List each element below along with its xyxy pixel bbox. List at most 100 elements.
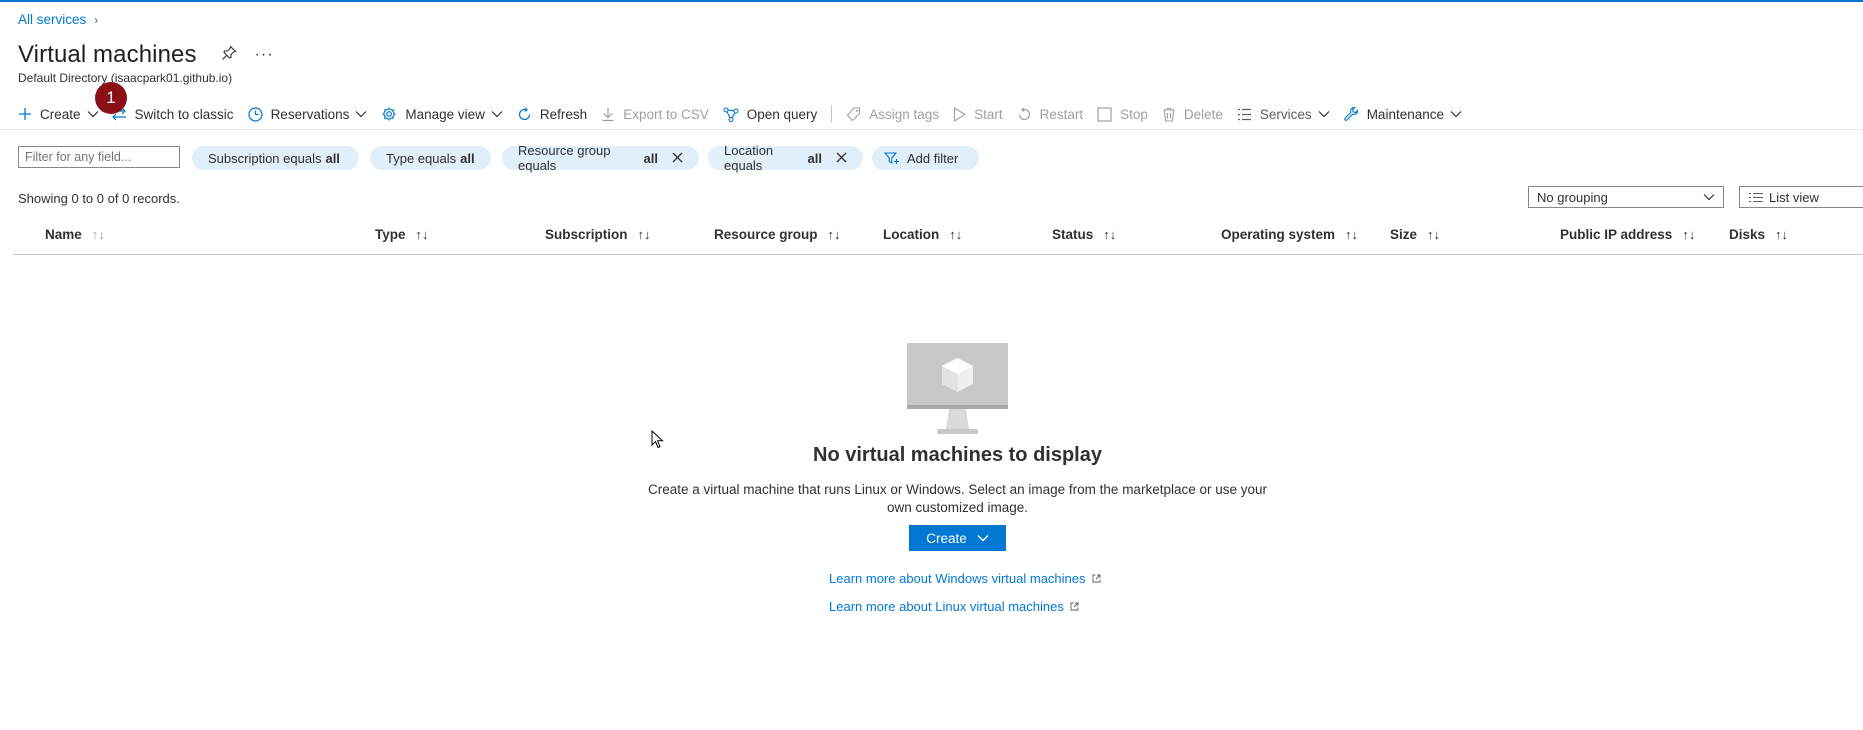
mouse-pointer-icon	[651, 429, 664, 454]
pin-icon[interactable]	[221, 45, 237, 65]
chevron-down-icon	[1450, 110, 1462, 118]
sort-icon: ↑↓	[415, 227, 429, 242]
create-vm-button[interactable]: Create	[909, 525, 1006, 551]
filter-pill-label: Type equals	[386, 150, 457, 166]
plus-icon	[18, 107, 32, 121]
assign-tags-button[interactable]: Assign tags	[846, 107, 939, 122]
title-row: Virtual machines ···	[18, 41, 274, 69]
maintenance-label: Maintenance	[1366, 106, 1444, 122]
sort-icon: ↑↓	[1103, 227, 1117, 242]
play-icon	[953, 106, 967, 122]
add-filter-icon	[884, 151, 900, 165]
link-label: Learn more about Linux virtual machines	[829, 599, 1064, 614]
restart-icon	[1017, 106, 1032, 122]
column-header-name[interactable]: Name ↑↓	[45, 227, 105, 242]
create-button[interactable]: Create	[18, 107, 99, 122]
stop-button[interactable]: Stop	[1097, 107, 1148, 122]
view-dropdown[interactable]: List view	[1739, 186, 1863, 208]
column-header-label: Location	[883, 227, 940, 242]
filter-pill-label: Subscription equals	[208, 150, 322, 166]
trash-icon	[1162, 107, 1176, 122]
query-graph-icon	[723, 106, 739, 122]
clock-icon	[247, 106, 263, 122]
command-bar: Create Switch to classic Reservations Ma…	[18, 103, 1476, 125]
wrench-icon	[1343, 106, 1359, 122]
toolbar-divider	[831, 105, 833, 123]
close-icon[interactable]	[836, 150, 847, 167]
grouping-dropdown[interactable]: No grouping	[1528, 186, 1724, 208]
chevron-down-icon[interactable]	[87, 110, 99, 118]
create-vm-label: Create	[926, 530, 967, 546]
close-icon[interactable]	[672, 150, 683, 167]
top-accent-line	[0, 0, 1863, 2]
column-header-label: Status	[1052, 227, 1094, 242]
stop-square-icon	[1097, 106, 1112, 122]
column-header-public-ip[interactable]: Public IP address ↑↓	[1560, 227, 1695, 242]
learn-more-windows-link[interactable]: Learn more about Windows virtual machine…	[829, 571, 1101, 586]
sort-icon: ↑↓	[1682, 227, 1696, 242]
step-marker-badge: 1	[95, 82, 127, 114]
delete-button[interactable]: Delete	[1162, 107, 1223, 122]
page-title: Virtual machines	[18, 41, 197, 68]
sort-icon: ↑↓	[1775, 227, 1789, 242]
services-button[interactable]: Services	[1237, 107, 1330, 122]
view-value: List view	[1769, 189, 1819, 205]
page-subtitle: Default Directory (isaacpark01.github.io…	[18, 71, 233, 85]
export-to-csv-button[interactable]: Export to CSV	[601, 107, 709, 122]
refresh-button[interactable]: Refresh	[517, 107, 587, 122]
refresh-icon	[517, 106, 532, 122]
reservations-button[interactable]: Reservations	[247, 106, 368, 122]
sort-icon: ↑↓	[1345, 227, 1359, 242]
filter-pill-value: all	[643, 150, 658, 166]
reservations-label: Reservations	[270, 106, 350, 122]
column-header-disks[interactable]: Disks ↑↓	[1729, 227, 1788, 242]
column-header-label: Type	[375, 227, 406, 242]
table-header-divider	[13, 254, 1863, 255]
column-header-label: Name	[45, 227, 82, 242]
breadcrumb-all-services[interactable]: All services	[18, 12, 86, 27]
start-button[interactable]: Start	[953, 107, 1003, 122]
column-header-type[interactable]: Type ↑↓	[375, 227, 429, 242]
filter-pill-location[interactable]: Location equals all	[708, 143, 863, 173]
services-label: Services	[1259, 106, 1312, 122]
column-header-status[interactable]: Status ↑↓	[1052, 227, 1116, 242]
chevron-down-icon	[1703, 193, 1715, 201]
sort-icon: ↑↓	[949, 227, 963, 242]
column-header-label: Public IP address	[1560, 227, 1673, 242]
open-query-button[interactable]: Open query	[723, 106, 818, 122]
records-count: Showing 0 to 0 of 0 records.	[18, 191, 180, 206]
toolbar-divider-line	[0, 129, 1863, 130]
grouping-value: No grouping	[1537, 189, 1608, 205]
restart-button[interactable]: Restart	[1017, 106, 1084, 122]
filter-pill-subscription[interactable]: Subscription equals all	[192, 146, 359, 170]
column-header-size[interactable]: Size ↑↓	[1390, 227, 1440, 242]
filter-pill-value: all	[807, 150, 822, 166]
filter-search-input[interactable]	[18, 146, 180, 168]
column-header-label: Disks	[1729, 227, 1766, 242]
sort-icon: ↑↓	[637, 227, 651, 242]
restart-label: Restart	[1039, 106, 1084, 122]
filter-pill-type[interactable]: Type equals all	[370, 146, 491, 170]
column-header-label: Subscription	[545, 227, 628, 242]
chevron-down-icon	[491, 110, 503, 118]
more-options-icon[interactable]: ···	[255, 46, 274, 64]
manage-view-button[interactable]: Manage view	[381, 106, 503, 122]
add-filter-button[interactable]: Add filter	[872, 146, 979, 170]
column-header-operating-system[interactable]: Operating system ↑↓	[1221, 227, 1358, 242]
column-header-resource-group[interactable]: Resource group ↑↓	[714, 227, 841, 242]
column-header-subscription[interactable]: Subscription ↑↓	[545, 227, 651, 242]
create-label: Create	[40, 106, 81, 122]
filter-pill-resource-group[interactable]: Resource group equals all	[502, 143, 699, 173]
learn-more-linux-link[interactable]: Learn more about Linux virtual machines	[829, 599, 1079, 614]
virtual-machine-monitor-icon	[907, 343, 1008, 442]
column-header-location[interactable]: Location ↑↓	[883, 227, 962, 242]
open-query-label: Open query	[746, 106, 818, 122]
switch-to-classic-button[interactable]: Switch to classic	[111, 107, 234, 122]
external-link-icon	[1070, 602, 1079, 614]
filter-pill-value: all	[460, 150, 475, 166]
stop-label: Stop	[1120, 106, 1148, 122]
maintenance-button[interactable]: Maintenance	[1343, 106, 1462, 122]
assign-tags-label: Assign tags	[869, 106, 940, 122]
download-icon	[601, 107, 615, 122]
empty-state-description: Create a virtual machine that runs Linux…	[647, 482, 1268, 515]
